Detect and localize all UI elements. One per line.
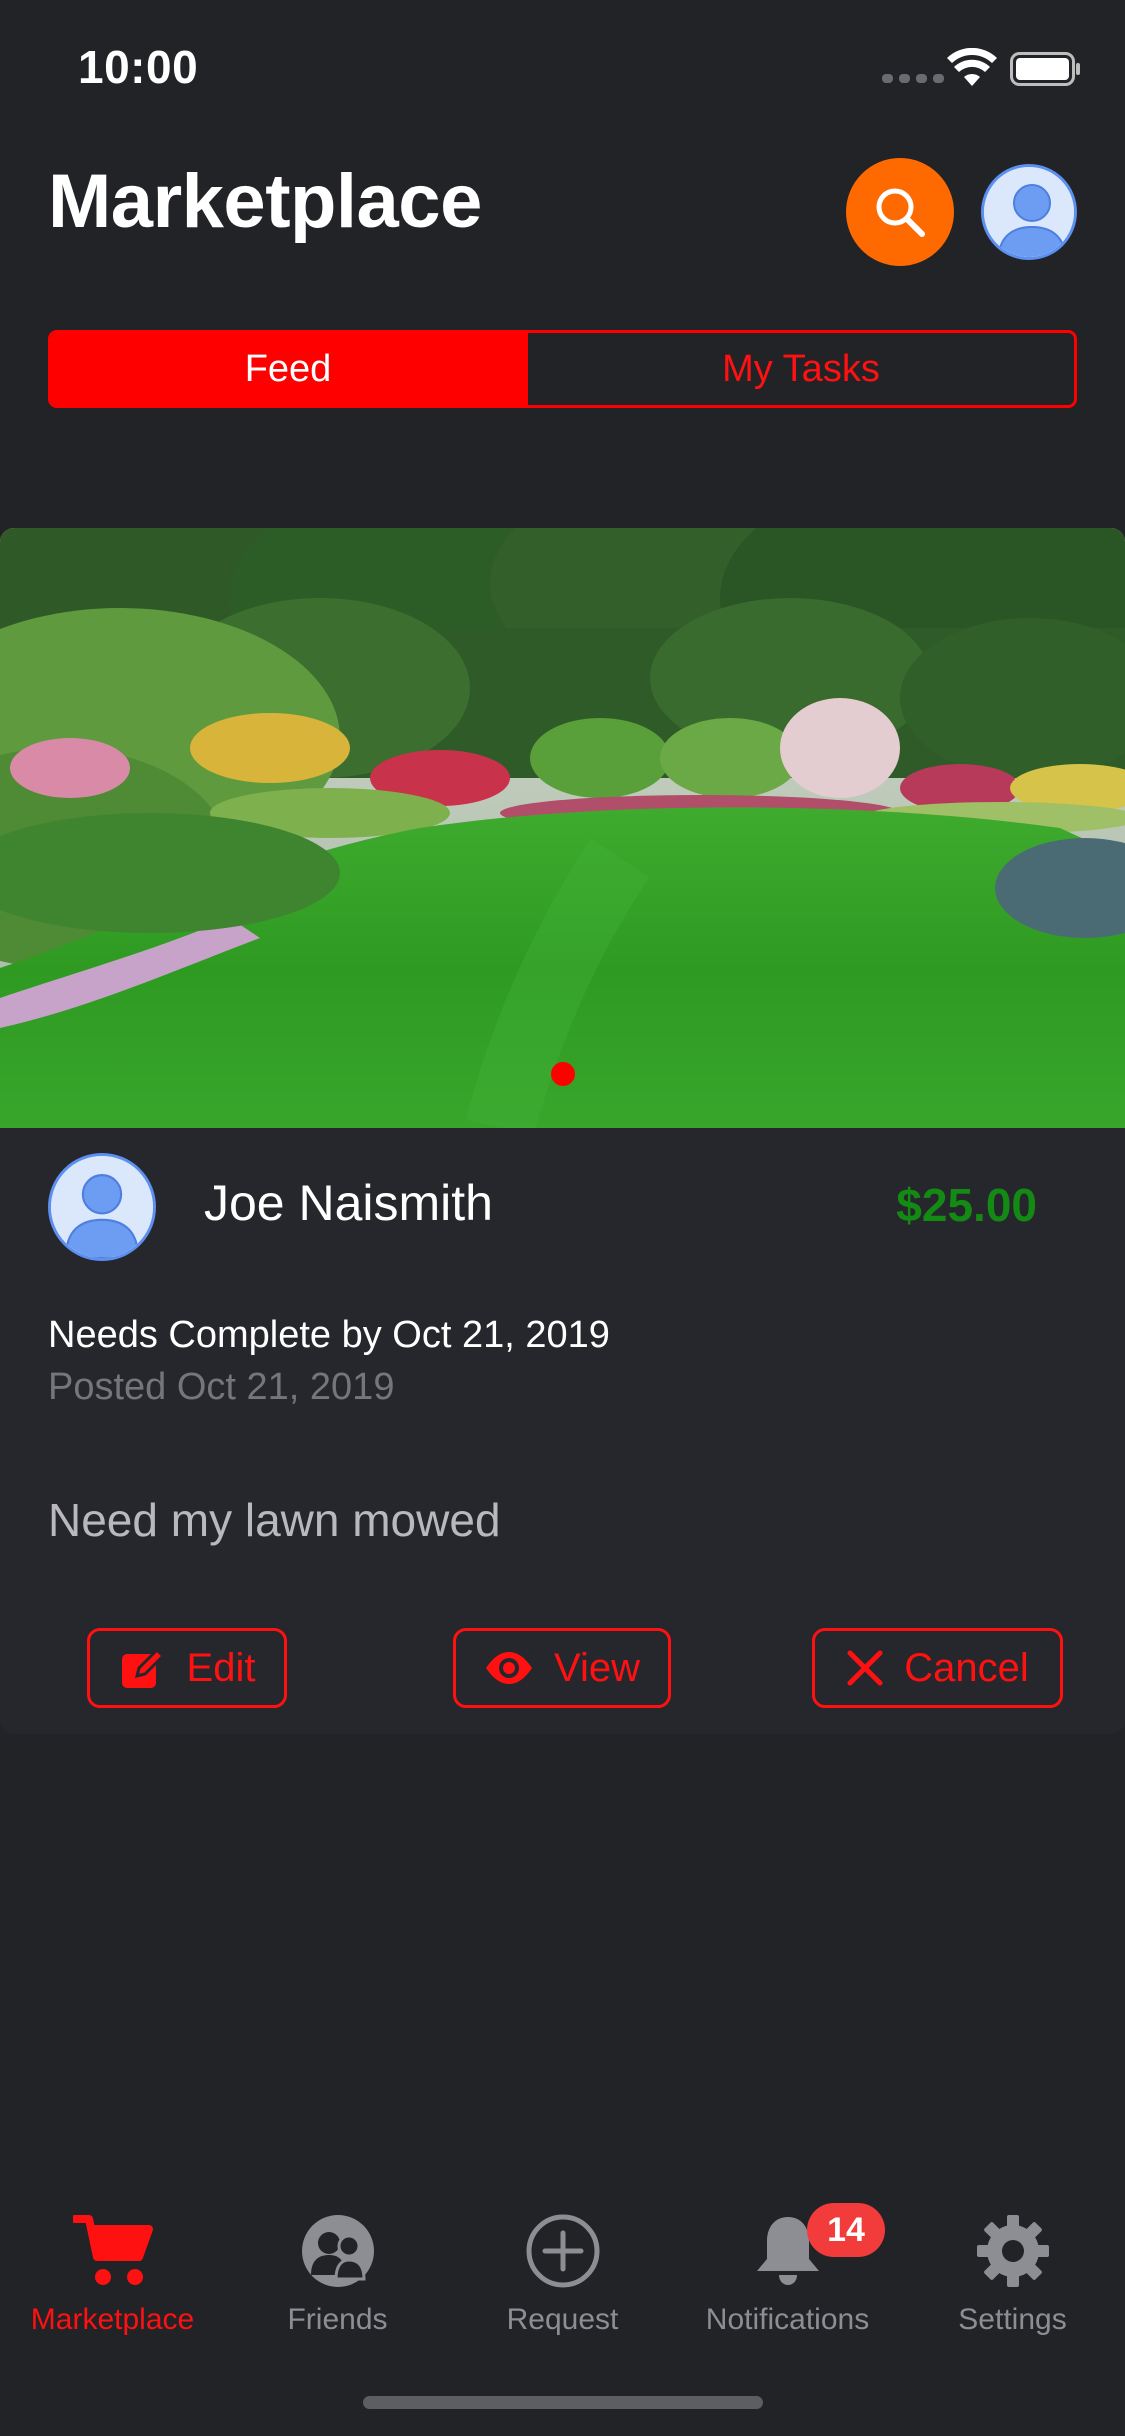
task-card: Joe Naismith $25.00 Needs Complete by Oc… [0,528,1125,1734]
friends-icon [301,2215,374,2287]
cancel-button[interactable]: Cancel [812,1628,1063,1708]
notification-badge: 14 [807,2203,885,2257]
segmented-control: Feed My Tasks [48,330,1077,408]
tab-request[interactable]: Request [450,2209,675,2349]
tab-label: Settings [958,2303,1067,2336]
cellular-signal-icon [882,74,944,83]
poster-name: Joe Naismith [204,1175,493,1231]
task-posted-date: Posted Oct 21, 2019 [48,1366,395,1408]
person-icon [984,167,1074,257]
wifi-icon [947,48,997,86]
home-indicator[interactable] [363,2396,763,2409]
page-title: Marketplace [48,159,482,244]
status-time: 10:00 [78,41,199,93]
view-button-label: View [554,1645,640,1690]
tab-friends[interactable]: Friends [225,2209,450,2349]
tab-label: Request [506,2303,619,2336]
edit-button-label: Edit [186,1645,256,1690]
cart-icon [72,2215,153,2285]
gear-icon [976,2215,1049,2287]
eye-icon [486,1652,532,1684]
tab-my-tasks[interactable]: My Tasks [525,333,1074,405]
profile-avatar-button[interactable] [981,164,1077,260]
person-icon [51,1156,153,1258]
tab-notifications[interactable]: Notifications 14 [675,2203,900,2349]
status-bar: 10:00 [0,0,1125,132]
close-icon [847,1650,883,1686]
tab-label: Marketplace [30,2303,195,2336]
view-button[interactable]: View [453,1628,671,1708]
battery-icon [1010,52,1080,86]
tab-label: Notifications [705,2303,870,2336]
lawn-garden-photo [0,528,1125,1128]
tab-settings[interactable]: Settings [900,2209,1125,2349]
task-deadline: Needs Complete by Oct 21, 2019 [48,1314,610,1356]
task-price: $25.00 [896,1179,1037,1231]
search-icon [876,188,925,237]
task-image-carousel[interactable] [0,528,1125,1128]
marketplace-screen: 10:00 Marketplace Feed My Tasks Joe Nais… [0,0,1125,2436]
plus-circle-icon [526,2214,599,2288]
cancel-button-label: Cancel [904,1645,1029,1690]
search-button[interactable] [846,158,954,266]
edit-icon [121,1647,165,1688]
tab-feed[interactable]: Feed [51,333,525,405]
tab-label: Friends [287,2303,388,2336]
poster-avatar[interactable] [48,1153,156,1261]
task-description: Need my lawn mowed [48,1494,501,1546]
carousel-page-indicator[interactable] [551,1062,575,1086]
edit-button[interactable]: Edit [87,1628,287,1708]
tab-marketplace[interactable]: Marketplace [0,2209,225,2349]
